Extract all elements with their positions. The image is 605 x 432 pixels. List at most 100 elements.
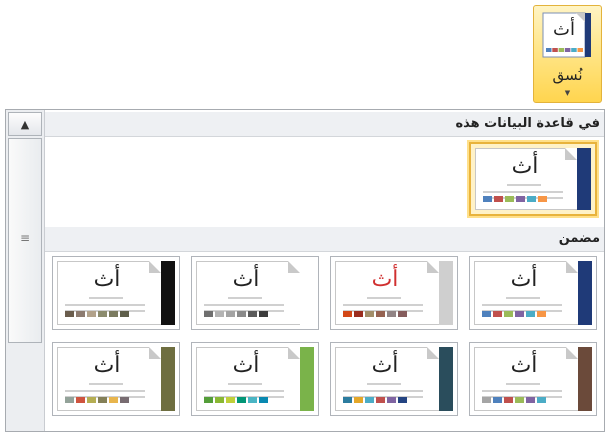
- gallery-scrollbar[interactable]: ▲ ≡: [6, 110, 45, 431]
- theme-accent-bar: [578, 261, 592, 325]
- gallery-content: في قاعدة البيانات هذه مضمن أث أث أث أث أث أث أ…: [45, 110, 604, 431]
- theme-glyph: أث: [232, 267, 260, 292]
- theme-accent-bar: [439, 347, 453, 411]
- theme-glyph: أث: [510, 353, 538, 378]
- theme-thumbnail[interactable]: أث: [330, 342, 458, 416]
- theme-glyph: أث: [232, 353, 260, 378]
- page-fold-icon: [427, 347, 439, 359]
- themes-button[interactable]: أث نُسق ▼: [533, 5, 602, 103]
- theme-thumbnail[interactable]: أث: [469, 142, 597, 216]
- color-swatch: [204, 311, 213, 317]
- color-swatch: [376, 397, 385, 403]
- scroll-grip-icon: ≡: [19, 231, 31, 245]
- color-swatch: [215, 397, 224, 403]
- theme-accent-bar: [300, 347, 314, 411]
- page-fold-icon: [288, 347, 300, 359]
- color-swatch: [215, 311, 224, 317]
- ribbon-swatch: [564, 48, 571, 52]
- theme-accent-bar: [161, 347, 175, 411]
- theme-glyph: أث: [511, 154, 539, 179]
- text-line: [204, 304, 284, 306]
- color-swatch: [259, 397, 268, 403]
- color-swatch: [87, 311, 96, 317]
- theme-glyph: أث: [371, 353, 399, 378]
- text-line: [228, 297, 262, 299]
- theme-accent-bar: [439, 261, 453, 325]
- section-header-builtin: مضمن: [45, 227, 604, 252]
- text-line: [343, 304, 423, 306]
- color-swatch: [516, 196, 525, 202]
- color-swatch: [76, 397, 85, 403]
- text-line: [367, 383, 401, 385]
- ribbon-swatch: [571, 48, 577, 52]
- color-swatch: [248, 397, 257, 403]
- text-line: [506, 297, 540, 299]
- color-swatch: [226, 311, 235, 317]
- color-swatch: [387, 311, 396, 317]
- color-swatch: [482, 397, 491, 403]
- theme-glyph: أث: [93, 353, 121, 378]
- color-swatch: [526, 311, 535, 317]
- ribbon-swatch: [552, 48, 558, 52]
- color-swatch: [65, 311, 74, 317]
- theme-thumbnail[interactable]: أث: [52, 256, 180, 330]
- theme-glyph: أث: [510, 267, 538, 292]
- color-swatch: [237, 311, 246, 317]
- color-swatch: [343, 397, 352, 403]
- page-fold-icon: [427, 261, 439, 273]
- ribbon-swatch: [546, 48, 552, 52]
- text-line: [482, 304, 562, 306]
- color-swatch: [398, 311, 407, 317]
- page-fold-icon: [149, 261, 161, 273]
- color-swatch: [376, 311, 385, 317]
- text-line: [367, 297, 401, 299]
- color-swatch: [504, 397, 513, 403]
- theme-thumbnail[interactable]: أث: [52, 342, 180, 416]
- ribbon-swatch: [558, 48, 565, 52]
- text-line: [507, 184, 541, 186]
- theme-accent-bar: [578, 347, 592, 411]
- themes-gallery: ▲ ≡ في قاعدة البيانات هذه مضمن أث أث أث أث أ…: [5, 109, 605, 432]
- page-fold-icon: [565, 148, 577, 160]
- theme-accent-bar: [161, 261, 175, 325]
- text-line: [65, 390, 145, 392]
- color-swatch: [65, 397, 74, 403]
- color-swatch: [109, 397, 118, 403]
- color-swatch: [515, 311, 524, 317]
- theme-thumbnail[interactable]: أث: [469, 256, 597, 330]
- color-swatch: [526, 397, 535, 403]
- text-line: [482, 390, 562, 392]
- color-swatch: [493, 311, 502, 317]
- color-swatch: [505, 196, 514, 202]
- chevron-down-icon: ▼: [564, 89, 571, 97]
- text-line: [228, 383, 262, 385]
- text-line: [204, 390, 284, 392]
- color-swatch: [527, 196, 536, 202]
- scroll-up-arrow-icon[interactable]: ▲: [8, 112, 42, 136]
- color-swatch: [504, 311, 513, 317]
- theme-thumbnail[interactable]: أث: [191, 256, 319, 330]
- color-swatch: [204, 397, 213, 403]
- theme-glyph: أث: [371, 267, 399, 292]
- scroll-thumb[interactable]: ≡: [8, 138, 42, 343]
- color-swatch: [365, 311, 374, 317]
- text-line: [483, 191, 563, 193]
- text-line: [343, 390, 423, 392]
- color-swatch: [237, 397, 246, 403]
- color-swatch: [483, 196, 492, 202]
- theme-thumbnail[interactable]: أث: [330, 256, 458, 330]
- theme-thumbnail[interactable]: أث: [191, 342, 319, 416]
- theme-accent-bar: [300, 261, 314, 325]
- color-swatch: [120, 311, 129, 317]
- color-swatch: [365, 397, 374, 403]
- color-swatch: [354, 311, 363, 317]
- themes-icon: أث: [542, 12, 591, 58]
- color-swatch: [248, 311, 257, 317]
- theme-glyph: أث: [93, 267, 121, 292]
- color-swatch: [494, 196, 503, 202]
- color-swatch: [98, 397, 107, 403]
- theme-thumbnail[interactable]: أث: [469, 342, 597, 416]
- color-swatch: [387, 397, 396, 403]
- page-fold-icon: [566, 347, 578, 359]
- themes-button-label: نُسق: [552, 66, 583, 84]
